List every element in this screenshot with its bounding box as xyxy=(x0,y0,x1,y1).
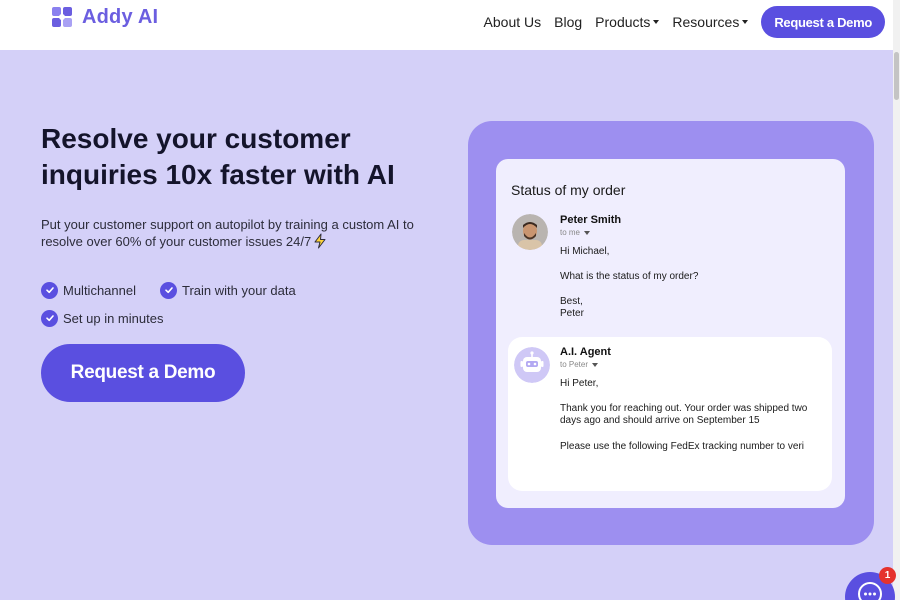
hero-request-demo-button[interactable]: Request a Demo xyxy=(41,344,245,402)
email-line: Hi Peter, xyxy=(560,378,599,389)
hero-headline: Resolve your customer inquiries 10x fast… xyxy=(41,123,395,190)
chevron-down-icon xyxy=(584,230,591,235)
notification-badge: 1 xyxy=(879,567,896,584)
feature-setup: Set up in minutes xyxy=(41,309,164,327)
robot-icon xyxy=(514,347,550,383)
chevron-down-icon xyxy=(592,362,599,367)
nav-products-label: Products xyxy=(595,14,651,30)
feature-list: Multichannel Train with your data Set up… xyxy=(41,276,371,332)
recipient-line[interactable]: to me xyxy=(560,228,591,237)
feature-label: Multichannel xyxy=(63,282,136,298)
email-line: Thank you for reaching out. Your order w… xyxy=(560,403,808,426)
feature-multichannel: Multichannel xyxy=(41,281,136,299)
hero-subtext-text: Put your customer support on autopilot b… xyxy=(41,217,414,249)
email-line: What is the status of my order? xyxy=(560,271,699,282)
nav-request-demo-button[interactable]: Request a Demo xyxy=(761,6,885,38)
ai-reply-message: A.I. Agent to Peter Hi Peter, Thank you … xyxy=(508,337,832,491)
top-navbar: Addy AI About Us Blog Products Resources… xyxy=(0,0,893,50)
email-line: Hi Michael, xyxy=(560,246,610,257)
nav-about-us-label: About Us xyxy=(483,14,542,30)
feature-train-data: Train with your data xyxy=(160,281,296,299)
email-line: Please use the following FedEx tracking … xyxy=(560,441,805,452)
brand-logo[interactable]: Addy AI xyxy=(50,5,158,29)
page-scrollbar[interactable] xyxy=(893,0,900,600)
nav-blog[interactable]: Blog xyxy=(554,14,582,30)
recipient-text: to me xyxy=(560,228,581,237)
sender-name: A.I. Agent xyxy=(560,346,611,358)
email-subject: Status of my order xyxy=(511,182,626,198)
email-line: Peter xyxy=(560,308,584,319)
lightning-icon xyxy=(314,233,326,249)
chevron-down-icon xyxy=(742,20,749,24)
chevron-down-icon xyxy=(653,20,660,24)
feature-label: Set up in minutes xyxy=(63,310,164,326)
check-icon xyxy=(41,281,58,299)
logo-icon xyxy=(52,7,72,27)
check-icon xyxy=(160,281,177,299)
check-icon xyxy=(41,309,58,327)
email-card: Status of my order Peter Smith to me Hi … xyxy=(496,159,845,508)
recipient-line[interactable]: to Peter xyxy=(560,360,599,369)
hero-subtext: Put your customer support on autopilot b… xyxy=(41,216,451,250)
recipient-text: to Peter xyxy=(560,360,589,369)
nav-blog-label: Blog xyxy=(554,14,583,30)
nav-products[interactable]: Products xyxy=(595,14,660,30)
sender-name: Peter Smith xyxy=(560,214,622,226)
nav-resources[interactable]: Resources xyxy=(672,14,749,30)
email-line: Best, xyxy=(560,296,583,307)
feature-label: Train with your data xyxy=(182,282,296,298)
brand-name: Addy AI xyxy=(82,5,159,28)
nav-menu: About Us Blog Products Resources Request… xyxy=(484,6,885,38)
nav-resources-label: Resources xyxy=(672,14,740,30)
nav-about-us[interactable]: About Us xyxy=(484,14,542,30)
scrollbar-thumb[interactable] xyxy=(894,52,899,100)
avatar-photo xyxy=(512,214,548,250)
